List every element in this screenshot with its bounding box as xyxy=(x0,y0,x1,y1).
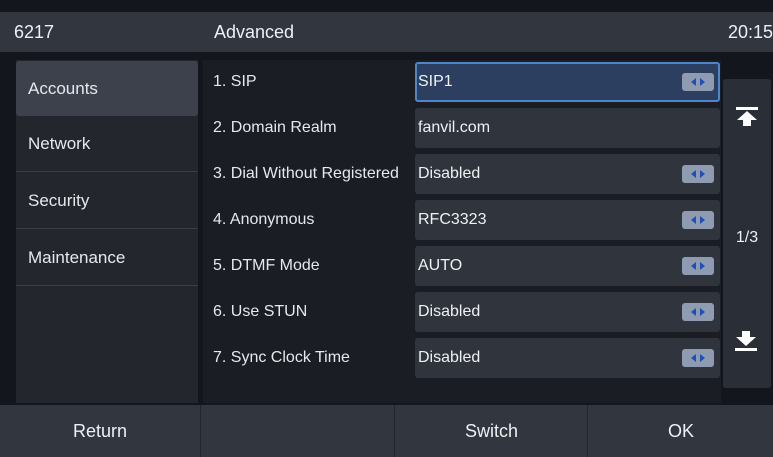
dial-without-registered-select[interactable]: Disabled xyxy=(415,154,720,194)
sidebar-item-label: Maintenance xyxy=(28,248,126,267)
sidebar-item-network[interactable]: Network xyxy=(16,117,198,172)
sidebar-item-label: Network xyxy=(28,134,91,153)
ok-button[interactable]: OK xyxy=(589,405,773,457)
left-right-arrow-icon[interactable] xyxy=(682,349,714,367)
page-bottom-icon[interactable] xyxy=(735,331,757,356)
left-right-arrow-icon[interactable] xyxy=(682,211,714,229)
sidebar-menu: Accounts Network Security Maintenance xyxy=(16,60,198,403)
setting-value: Disabled xyxy=(418,165,481,182)
setting-row-domain-realm[interactable]: 2. Domain Realm fanvil.com xyxy=(203,108,721,148)
sidebar-item-label: Accounts xyxy=(28,78,98,98)
setting-row-dial-without-registered[interactable]: 3. Dial Without Registered Disabled xyxy=(203,154,721,194)
setting-label: 6. Use STUN xyxy=(213,303,308,320)
left-right-arrow-icon[interactable] xyxy=(682,73,714,91)
setting-value: Disabled xyxy=(418,303,481,320)
sidebar-item-accounts[interactable]: Accounts xyxy=(16,61,198,116)
settings-list: 1. SIP SIP1 2. Domain Realm fanvil.com 3… xyxy=(203,60,721,403)
page-title: Advanced xyxy=(214,22,295,42)
softkey-empty[interactable] xyxy=(202,405,395,457)
page-top-icon[interactable] xyxy=(736,107,758,132)
left-right-arrow-icon[interactable] xyxy=(682,303,714,321)
sidebar-item-label: Security xyxy=(28,191,90,210)
use-stun-select[interactable]: Disabled xyxy=(415,292,720,332)
sip-select[interactable]: SIP1 xyxy=(415,62,720,102)
setting-row-dtmf-mode[interactable]: 5. DTMF Mode AUTO xyxy=(203,246,721,286)
setting-value: Disabled xyxy=(418,349,481,366)
anonymous-select[interactable]: RFC3323 xyxy=(415,200,720,240)
sync-clock-time-select[interactable]: Disabled xyxy=(415,338,720,378)
setting-label: 4. Anonymous xyxy=(213,211,315,228)
domain-realm-field[interactable]: fanvil.com xyxy=(415,108,720,148)
setting-value: AUTO xyxy=(418,257,463,274)
setting-label: 1. SIP xyxy=(213,73,257,90)
page-scroller: 1/3 xyxy=(723,79,771,388)
switch-button[interactable]: Switch xyxy=(396,405,588,457)
setting-row-anonymous[interactable]: 4. Anonymous RFC3323 xyxy=(203,200,721,240)
title-bar: 6217 Advanced 20:15 xyxy=(0,12,773,52)
setting-value: RFC3323 xyxy=(418,211,487,228)
dtmf-mode-select[interactable]: AUTO xyxy=(415,246,720,286)
device-model: 6217 xyxy=(14,22,55,42)
page-indicator: 1/3 xyxy=(735,229,759,246)
phone-screen: 6217 Advanced 20:15 Accounts Network Sec… xyxy=(0,0,773,457)
setting-label: 3. Dial Without Registered xyxy=(213,165,399,182)
return-button[interactable]: Return xyxy=(0,405,201,457)
setting-value: SIP1 xyxy=(418,73,453,90)
setting-value: fanvil.com xyxy=(418,119,491,136)
setting-row-sip[interactable]: 1. SIP SIP1 xyxy=(203,62,721,102)
clock: 20:15 xyxy=(727,22,773,42)
setting-label: 7. Sync Clock Time xyxy=(213,349,350,366)
setting-row-use-stun[interactable]: 6. Use STUN Disabled xyxy=(203,292,721,332)
sidebar-item-maintenance[interactable]: Maintenance xyxy=(16,231,198,286)
left-right-arrow-icon[interactable] xyxy=(682,165,714,183)
setting-row-sync-clock-time[interactable]: 7. Sync Clock Time Disabled xyxy=(203,338,721,378)
sidebar-item-security[interactable]: Security xyxy=(16,174,198,229)
setting-label: 5. DTMF Mode xyxy=(213,257,320,274)
softkey-bar: Return Switch OK xyxy=(0,405,773,457)
setting-label: 2. Domain Realm xyxy=(213,119,337,136)
left-right-arrow-icon[interactable] xyxy=(682,257,714,275)
